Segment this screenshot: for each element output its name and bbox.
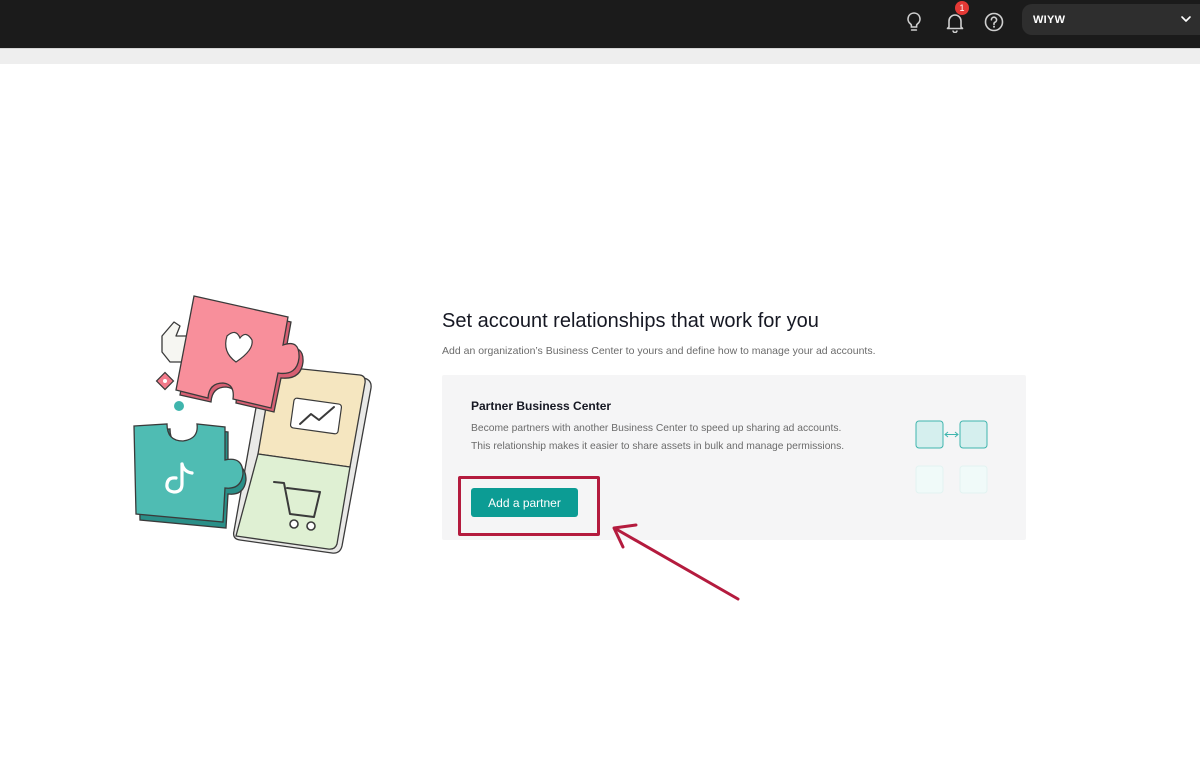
top-navigation-bar: 1 WIYW (0, 0, 1200, 48)
partner-link-graphic-icon (915, 420, 988, 494)
page-subtitle: Add an organization’s Business Center to… (442, 345, 876, 357)
card-title: Partner Business Center (471, 399, 612, 413)
annotation-highlight-box (458, 476, 600, 536)
bell-icon[interactable]: 1 (941, 1, 969, 36)
notification-badge: 1 (955, 1, 969, 15)
annotation-arrow-icon (612, 523, 740, 601)
chevron-down-icon (1181, 16, 1191, 22)
page-title: Set account relationships that work for … (442, 310, 819, 332)
lightbulb-icon[interactable] (900, 8, 928, 36)
help-icon[interactable] (980, 8, 1008, 36)
toolbar-strip (0, 48, 1200, 64)
account-switcher[interactable]: WIYW (1022, 4, 1200, 35)
puzzle-illustration (133, 295, 372, 554)
card-description: Become partners with another Business Ce… (471, 423, 845, 452)
account-name: WIYW (1033, 13, 1066, 26)
